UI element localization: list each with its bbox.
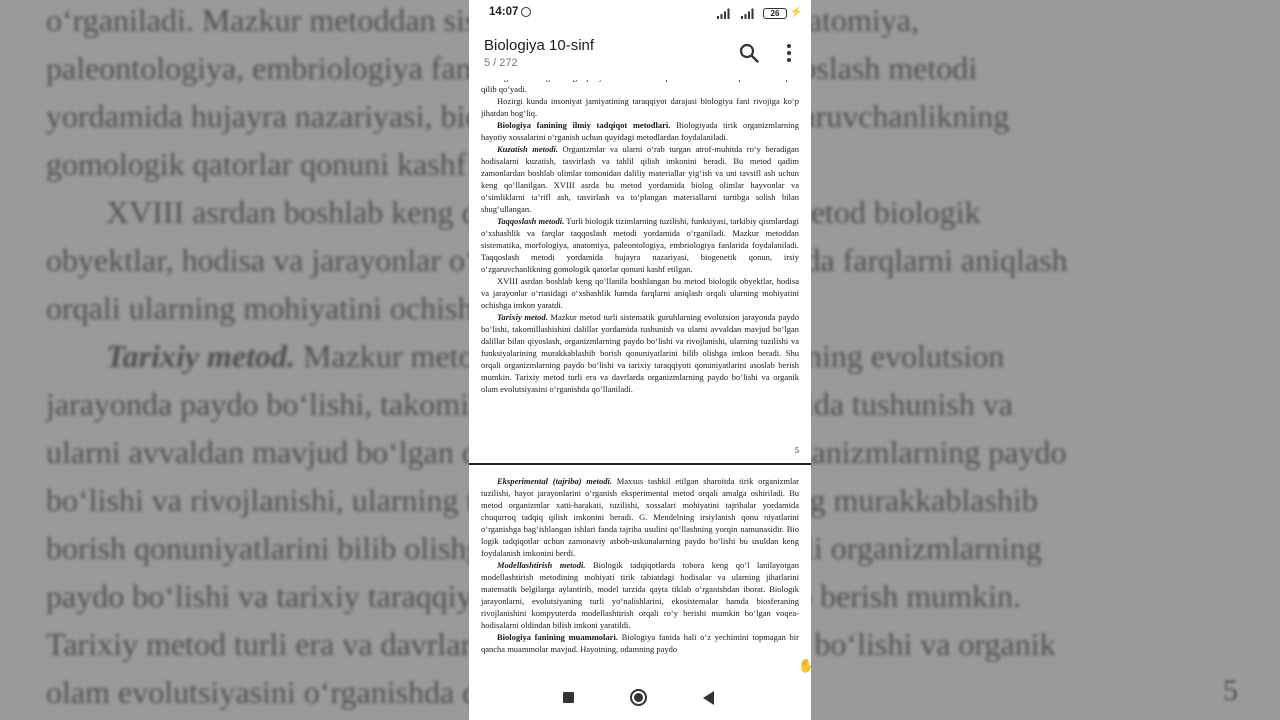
signal-strength-icon: [717, 8, 730, 19]
alarm-icon: [521, 7, 531, 17]
recent-apps-button[interactable]: [563, 692, 574, 703]
page-5-text: organizmlardagi biologik jarayonlarni is…: [481, 80, 799, 395]
paragraph: Hozirgi kunda insoniyat jamiyatining tar…: [481, 95, 799, 119]
paragraph: Tarixiy metod. Mazkur metod turli sistem…: [481, 311, 799, 395]
page-divider: [469, 463, 811, 465]
app-bar: Biologiya 10-sinf 5 / 272: [469, 26, 811, 80]
hand-cursor-icon: ✋: [798, 659, 811, 674]
paragraph-text: Hozirgi kunda insoniyat jamiyatining tar…: [481, 96, 799, 118]
paragraph-heading: Biologiya fanining muammolari.: [497, 632, 618, 642]
page-counter: 5 / 272: [484, 57, 518, 69]
paragraph: Modellashtirish metodi. Biologik tadqiqo…: [481, 559, 799, 631]
signal-strength-4g-icon: [741, 8, 754, 19]
paragraph-heading: Eksperimental (tajriba) metodi.: [497, 476, 613, 486]
battery-icon: 26: [763, 8, 787, 19]
search-icon[interactable]: [739, 43, 759, 63]
paragraph-text: Biologik tadqiqotlarda tobora keng qo‘l …: [481, 560, 800, 630]
paragraph-text: Organizmlar va ularni o‘rab turgan atrof…: [481, 144, 799, 214]
paragraph-text: Maxsus tashkil etilgan sharoitda tirik o…: [481, 476, 799, 558]
book-title: Biologiya 10-sinf: [484, 37, 595, 54]
paragraph: Biologiya fanining ilmiy tadqiqot metodl…: [481, 119, 799, 143]
charging-icon: ⚡: [790, 7, 803, 18]
page-number: 5: [794, 445, 799, 455]
page-6-text: Eksperimental (tajriba) metodi. Maxsus t…: [481, 475, 799, 655]
more-vert-icon[interactable]: [781, 43, 797, 63]
background-page-number: 5: [1223, 674, 1238, 707]
paragraph: Taqqoslash metodi. Turli biologik tiziml…: [481, 215, 799, 275]
paragraph-text: Mazkur metod turli sistematik guruhlarni…: [481, 312, 800, 394]
document-viewer[interactable]: organizmlardagi biologik jarayonlarni is…: [469, 80, 811, 677]
paragraph-heading: Tarixiy metod.: [497, 312, 548, 322]
paragraph-text: organizmlardagi biologik jarayonlarni is…: [481, 80, 799, 94]
paragraph: XVIII asrdan boshlab keng qo‘llanila bos…: [481, 275, 799, 311]
paragraph: Biologiya fanining muammolari. Biologiya…: [481, 631, 799, 655]
status-time: 14:07: [489, 6, 519, 18]
back-button[interactable]: [703, 691, 714, 705]
paragraph-heading: Modellashtirish metodi.: [497, 560, 586, 570]
paragraph-heading: Taqqoslash metodi.: [497, 216, 565, 226]
status-bar: 14:07 26 ⚡: [469, 0, 811, 26]
paragraph-heading: Biologiya fanining ilmiy tadqiqot metodl…: [497, 120, 671, 130]
paragraph: organizmlardagi biologik jarayonlarni is…: [481, 80, 799, 95]
paragraph: Kuzatish metodi. Organizmlar va ularni o…: [481, 143, 799, 215]
navigation-bar: [469, 677, 811, 720]
phone-screen: 14:07 26 ⚡ Biologiya 10-sinf 5 / 272 qil…: [469, 0, 811, 720]
home-button[interactable]: [630, 689, 647, 706]
paragraph: Eksperimental (tajriba) metodi. Maxsus t…: [481, 475, 799, 559]
paragraph-text: XVIII asrdan boshlab keng qo‘llanila bos…: [481, 276, 799, 310]
paragraph-heading: Kuzatish metodi.: [497, 144, 558, 154]
